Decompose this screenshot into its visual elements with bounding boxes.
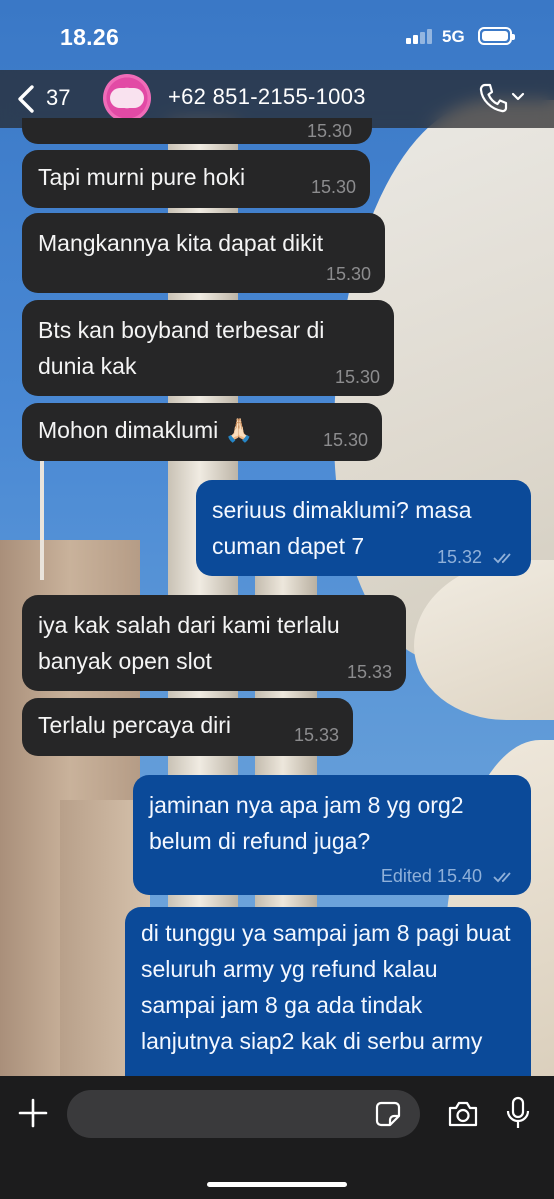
plus-icon[interactable] [18,1098,48,1128]
composer-bar [0,1076,554,1199]
message-text: jaminan nya apa jam 8 yg org2 belum di r… [149,792,464,854]
battery-icon [478,27,515,45]
network-label: 5G [442,27,465,46]
message-text: seriuus dimaklumi? masa cuman dapet 7 [212,497,472,559]
back-chevron-icon[interactable] [12,82,48,116]
message-text: Terlalu percaya diri [38,712,232,738]
status-bar: 18.26 5G [0,0,554,70]
status-time: 18.26 [60,24,120,50]
double-check-icon [493,872,511,883]
message-bubble-incoming[interactable]: Terlalu percaya diri 15.33 [22,698,353,756]
message-time: 15.40 [436,866,482,886]
message-bubble-partial: 15.30 [22,118,372,144]
contact-name[interactable]: +62 851-2155-1003 [168,84,366,110]
message-text: Tapi murni pure hoki [38,164,246,190]
message-status: Edited 15.40 [381,865,517,887]
message-time: 15.30 [334,367,380,387]
message-time: 15.33 [293,725,339,745]
mic-icon[interactable] [506,1096,530,1130]
message-time: 15.30 [325,264,371,284]
message-time: 15.32 [436,547,482,567]
message-bubble-incoming[interactable]: iya kak salah dari kami terlalu banyak o… [22,595,406,691]
edited-label: Edited [380,866,432,886]
double-check-icon [493,553,511,564]
message-status: 15.32 [437,546,517,568]
message-bubble-outgoing[interactable]: di tunggu ya sampai jam 8 pagi buat selu… [125,907,531,1097]
message-time: 15.30 [310,177,356,197]
message-bubble-outgoing[interactable]: jaminan nya apa jam 8 yg org2 belum di r… [133,775,531,895]
phone-icon[interactable] [478,82,508,114]
message-bubble-incoming[interactable]: Bts kan boyband terbesar di dunia kak 15… [22,300,394,396]
message-text: Mohon dimaklumi 🙏🏻 [38,417,254,443]
message-bubble-incoming[interactable]: Mohon dimaklumi 🙏🏻 15.30 [22,403,382,461]
message-time: 15.33 [346,662,392,682]
message-text: di tunggu ya sampai jam 8 pagi buat selu… [141,920,511,1054]
chevron-down-icon[interactable] [510,90,526,104]
message-time: 15.30 [322,430,368,450]
message-text: Bts kan boyband terbesar di dunia kak [38,317,325,379]
unread-count[interactable]: 37 [46,85,70,111]
message-time: 15.30 [306,121,352,141]
message-input[interactable] [67,1090,420,1138]
camera-icon[interactable] [447,1100,479,1128]
message-bubble-incoming[interactable]: Tapi murni pure hoki 15.30 [22,150,370,208]
message-bubble-incoming[interactable]: Mangkannya kita dapat dikit 15.30 [22,213,385,293]
message-text: Mangkannya kita dapat dikit [38,230,324,256]
message-bubble-outgoing[interactable]: seriuus dimaklumi? masa cuman dapet 7 15… [196,480,531,576]
home-indicator [207,1182,347,1187]
message-text: iya kak salah dari kami terlalu banyak o… [38,612,340,674]
signal-icon [406,28,434,44]
sticker-icon[interactable] [375,1101,401,1127]
avatar[interactable] [103,74,151,122]
